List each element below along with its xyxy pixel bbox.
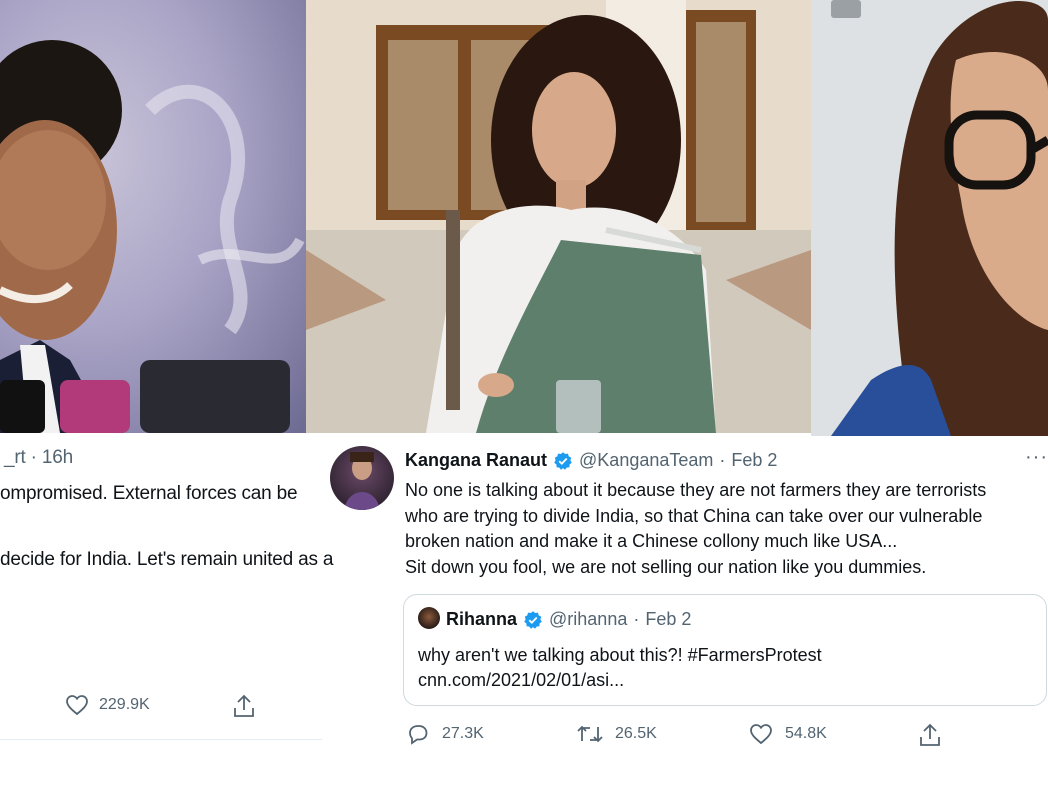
- photo-kangana-ranaut: [306, 0, 811, 433]
- photo-mia-khalifa: [811, 0, 1048, 436]
- tweet-date[interactable]: Feb 2: [731, 450, 777, 471]
- quoted-author-name: Rihanna: [446, 609, 518, 629]
- tweet-body-line: Sit down you fool, we are not selling ou…: [405, 556, 927, 577]
- header-separator: ·: [719, 450, 726, 470]
- retweet-icon: [577, 725, 603, 743]
- photo-left-illustration: [0, 40, 305, 433]
- quoted-tweet-text: why aren't we talking about this?! #Farm…: [418, 645, 822, 665]
- share-button[interactable]: [918, 722, 942, 748]
- tweet-body-line: broken nation and make it a Chinese coll…: [405, 531, 898, 552]
- tweet-card[interactable]: Kangana Ranaut @KanganaTeam · Feb 2 ··· …: [311, 436, 1048, 756]
- left-tweet-divider: [0, 739, 322, 740]
- quoted-tweet-header: Rihanna @rihanna · Feb 2: [446, 609, 691, 630]
- like-count: 54.8K: [785, 725, 827, 742]
- tweet-header: Kangana Ranaut @KanganaTeam · Feb 2: [405, 450, 777, 471]
- photo-right-illustration: [811, 0, 1048, 436]
- retweet-count: 26.5K: [615, 725, 657, 742]
- more-icon[interactable]: ···: [1025, 446, 1048, 469]
- retweet-button[interactable]: 26.5K: [577, 722, 657, 746]
- quoted-author-avatar: [418, 607, 440, 629]
- tweet-body: No one is talking about it because they …: [405, 478, 1035, 580]
- like-button[interactable]: 54.8K: [749, 722, 827, 746]
- tweet-body-line: No one is talking about it because they …: [405, 480, 987, 500]
- photo-mid-illustration: [306, 0, 811, 433]
- heart-icon: [66, 695, 88, 716]
- tweet-body-line: who are trying to divide India, so that …: [405, 505, 983, 526]
- quoted-tweet-link[interactable]: cnn.com/2021/02/01/asi...: [418, 668, 624, 693]
- tweet-action-bar: 27.3K 26.5K 54.8K: [406, 722, 966, 748]
- avatar-image: [344, 452, 380, 510]
- left-tweet-text-line-1: ompromised. External forces can be: [0, 483, 298, 504]
- share-icon: [234, 694, 254, 717]
- quoted-header-separator: ·: [633, 609, 640, 629]
- author-avatar[interactable]: [330, 446, 394, 510]
- heart-icon: [750, 724, 772, 745]
- left-tweet-share-button[interactable]: [232, 693, 256, 724]
- left-tweet-meta: _rt · 16h: [4, 447, 73, 468]
- author-name[interactable]: Kangana Ranaut: [405, 450, 547, 471]
- left-tweet-like-count: 229.9K: [99, 696, 150, 713]
- verified-badge-icon: [553, 451, 573, 471]
- author-handle[interactable]: @KanganaTeam: [579, 450, 713, 471]
- reply-icon: [409, 725, 428, 745]
- reply-count: 27.3K: [442, 725, 484, 742]
- quoted-author-handle: @rihanna: [549, 609, 628, 629]
- left-tweet-like-button[interactable]: 229.9K: [65, 693, 150, 717]
- reply-button[interactable]: 27.3K: [406, 722, 484, 746]
- verified-badge-icon: [523, 610, 543, 630]
- quoted-tweet[interactable]: Rihanna @rihanna · Feb 2 why aren't we t…: [403, 594, 1047, 706]
- left-tweet-text-line-2: decide for India. Let's remain united as…: [0, 549, 334, 570]
- share-icon: [920, 723, 940, 746]
- quoted-tweet-date: Feb 2: [645, 609, 692, 629]
- photo-sachin-tendulkar: [0, 0, 306, 433]
